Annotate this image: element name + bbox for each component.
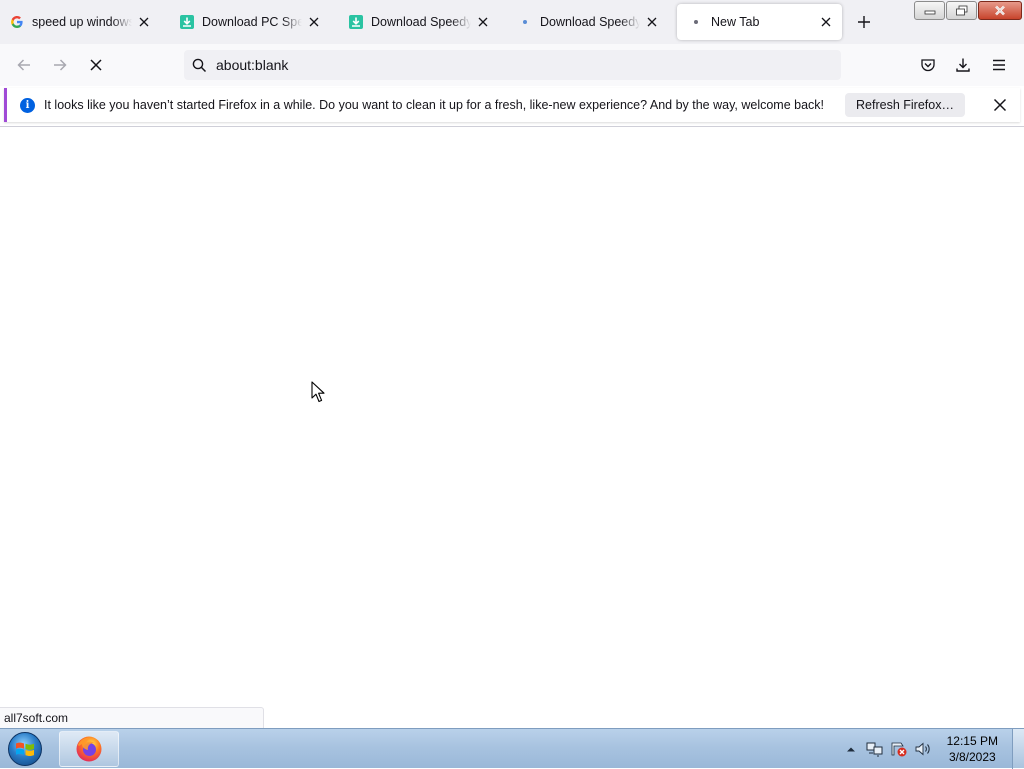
tab-download-speedyfox-loading[interactable]: Download SpeedyFox (506, 4, 668, 40)
tab-new-tab[interactable]: New Tab (677, 4, 842, 40)
action-center-warning-icon[interactable] (889, 739, 909, 759)
tab-label: speed up windows 7 - Google Search (32, 15, 132, 29)
blank-page-content[interactable] (0, 127, 1024, 727)
back-button[interactable] (11, 52, 37, 78)
back-arrow-icon (17, 59, 30, 71)
forward-arrow-icon (54, 59, 67, 71)
navigation-toolbar (0, 44, 1024, 86)
show-desktop-button[interactable] (1012, 729, 1024, 769)
tab-label: New Tab (711, 15, 760, 29)
download-icon (349, 15, 363, 29)
firefox-icon (76, 736, 102, 762)
hamburger-menu-icon (993, 59, 1005, 71)
show-hidden-icons-button[interactable] (841, 739, 861, 759)
mouse-cursor-icon (311, 381, 325, 403)
restore-button[interactable] (946, 1, 977, 20)
pocket-icon (921, 59, 935, 72)
info-icon: i (20, 97, 35, 113)
tab-download-pc-speed-up[interactable]: Download PC Speed Up (168, 4, 330, 40)
clock-date: 3/8/2023 (948, 750, 996, 764)
close-tab-icon[interactable] (818, 14, 834, 30)
windows-logo-icon (8, 732, 42, 766)
clock-time: 12:15 PM (946, 734, 998, 748)
search-icon (184, 58, 214, 73)
downloads-button[interactable] (950, 52, 976, 78)
tab-label: Download SpeedyFox (371, 15, 471, 29)
taskbar-clock[interactable]: 12:15 PM 3/8/2023 (947, 733, 998, 765)
window-controls (913, 1, 1022, 20)
windows-taskbar: 12:15 PM 3/8/2023 (0, 728, 1024, 769)
download-icon (180, 15, 194, 29)
minimize-button[interactable] (914, 1, 945, 20)
close-notification-button[interactable] (992, 97, 1008, 113)
close-tab-icon[interactable] (644, 14, 660, 30)
close-tab-icon[interactable] (136, 14, 152, 30)
close-tab-icon[interactable] (475, 14, 491, 30)
minimize-icon (924, 10, 935, 14)
close-window-button[interactable] (978, 1, 1022, 20)
chevron-up-icon (846, 747, 855, 752)
application-menu-button[interactable] (986, 52, 1012, 78)
close-tab-icon[interactable] (306, 14, 322, 30)
tab-download-speedyfox[interactable]: Download SpeedyFox (337, 4, 499, 40)
tab-label: Download PC Speed Up (202, 15, 302, 29)
stop-button[interactable] (83, 52, 109, 78)
loading-dot-icon (689, 15, 703, 29)
url-bar[interactable] (184, 50, 841, 80)
refresh-firefox-notification: i It looks like you haven’t started Fire… (4, 88, 1020, 122)
notification-message: It looks like you haven’t started Firefo… (44, 98, 825, 112)
network-icon[interactable] (865, 739, 885, 759)
system-tray: 12:15 PM 3/8/2023 (837, 729, 1024, 769)
restore-icon (955, 5, 967, 15)
google-icon (10, 15, 24, 29)
firefox-taskbar-button[interactable] (59, 731, 119, 767)
start-button[interactable] (5, 730, 45, 768)
refresh-firefox-button[interactable]: Refresh Firefox… (845, 93, 965, 117)
tab-strip: speed up windows 7 - Google Search Downl… (0, 0, 1024, 44)
close-icon (993, 98, 1007, 112)
plus-icon (858, 16, 870, 28)
status-panel: all7soft.com (0, 707, 264, 728)
loading-dot-icon (518, 15, 532, 29)
close-icon (995, 5, 1005, 16)
download-arrow-icon (956, 58, 970, 72)
new-tab-button[interactable] (853, 11, 875, 33)
stop-x-icon (90, 59, 102, 71)
forward-button[interactable] (47, 52, 73, 78)
pocket-button[interactable] (915, 52, 941, 78)
tab-label: Download SpeedyFox (540, 15, 640, 29)
volume-icon[interactable] (913, 739, 933, 759)
url-input[interactable] (216, 57, 816, 73)
tab-google-search[interactable]: speed up windows 7 - Google Search (0, 4, 160, 40)
